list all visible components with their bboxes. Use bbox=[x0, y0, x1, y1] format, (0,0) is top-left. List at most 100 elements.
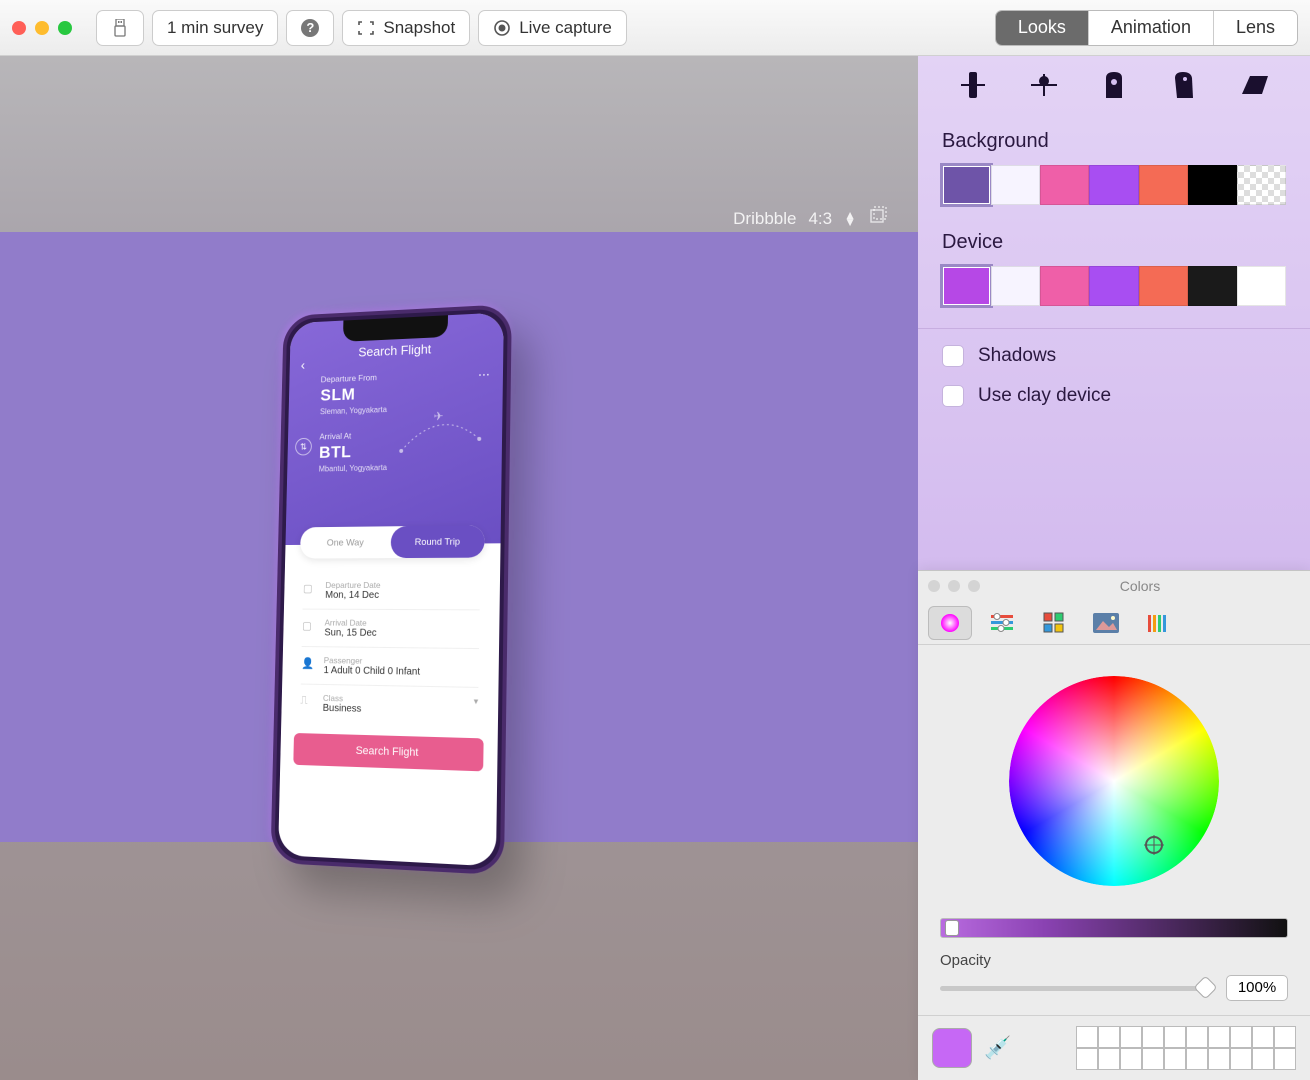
opacity-thumb[interactable] bbox=[1193, 975, 1217, 999]
saved-swatch-cell[interactable] bbox=[1230, 1026, 1252, 1048]
saved-swatch-cell[interactable] bbox=[1142, 1026, 1164, 1048]
pencils-tab[interactable] bbox=[1136, 606, 1180, 640]
help-icon: ? bbox=[301, 19, 319, 37]
saved-swatch-cell[interactable] bbox=[1186, 1048, 1208, 1070]
bg-swatch[interactable] bbox=[1139, 165, 1188, 205]
color-palettes-tab[interactable] bbox=[1032, 606, 1076, 640]
saved-swatch-cell[interactable] bbox=[1252, 1026, 1274, 1048]
color-wheel-area[interactable] bbox=[918, 645, 1310, 910]
swap-icon: ⇅ bbox=[295, 438, 312, 456]
device-swatch[interactable] bbox=[1237, 266, 1286, 306]
trip-type-toggle: One Way Round Trip bbox=[300, 525, 485, 558]
current-color-chip[interactable] bbox=[932, 1028, 972, 1068]
aspect-ratio[interactable]: 4:3 bbox=[808, 209, 832, 229]
saved-swatch-cell[interactable] bbox=[1230, 1048, 1252, 1070]
saved-swatch-cell[interactable] bbox=[1142, 1048, 1164, 1070]
style-perspective-icon[interactable] bbox=[1026, 68, 1062, 102]
inspector-panel: Background Device Shadows Use clay devic… bbox=[918, 56, 1310, 1080]
snapshot-icon bbox=[357, 19, 375, 37]
bg-swatch[interactable] bbox=[1188, 165, 1237, 205]
clay-option[interactable]: Use clay device bbox=[918, 379, 1310, 419]
app-header: ‹ Search Flight ⋮ Departure From SLM Sle… bbox=[285, 312, 503, 545]
colors-minimize-button[interactable] bbox=[948, 580, 960, 592]
brightness-thumb[interactable] bbox=[945, 920, 959, 936]
style-front-icon[interactable] bbox=[1096, 68, 1132, 102]
maximize-window-button[interactable] bbox=[58, 21, 72, 35]
saved-swatch-cell[interactable] bbox=[1164, 1048, 1186, 1070]
bg-swatch[interactable] bbox=[991, 165, 1040, 205]
background-section-title: Background bbox=[918, 120, 1310, 165]
brightness-slider[interactable] bbox=[940, 918, 1288, 938]
device-mockup[interactable]: ‹ Search Flight ⋮ Departure From SLM Sle… bbox=[270, 304, 511, 875]
style-lay-icon[interactable] bbox=[1237, 68, 1273, 102]
colors-panel-header: Colors bbox=[918, 571, 1310, 601]
saved-swatch-cell[interactable] bbox=[1120, 1048, 1142, 1070]
minimize-window-button[interactable] bbox=[35, 21, 49, 35]
tab-animation[interactable]: Animation bbox=[1088, 11, 1213, 45]
close-window-button[interactable] bbox=[12, 21, 26, 35]
arr-date-label: Arrival Date bbox=[325, 618, 377, 628]
saved-swatch-cell[interactable] bbox=[1098, 1026, 1120, 1048]
frame-icon[interactable] bbox=[868, 206, 888, 231]
image-picker-tab[interactable] bbox=[1084, 606, 1128, 640]
colors-mode-toolbar bbox=[918, 601, 1310, 645]
bg-swatch[interactable] bbox=[1040, 165, 1089, 205]
colors-zoom-button[interactable] bbox=[968, 580, 980, 592]
canvas[interactable]: Dribbble 4:3 ▲▼ ‹ Search Flight ⋮ Depart… bbox=[0, 56, 918, 1080]
tab-looks[interactable]: Looks bbox=[996, 11, 1088, 45]
opacity-value-input[interactable]: 100% bbox=[1226, 975, 1288, 1001]
color-wheel[interactable] bbox=[1009, 676, 1219, 886]
shadows-option[interactable]: Shadows bbox=[918, 339, 1310, 379]
device-swatch[interactable] bbox=[991, 266, 1040, 306]
tab-lens[interactable]: Lens bbox=[1213, 11, 1297, 45]
eyedropper-icon[interactable]: 💉 bbox=[984, 1035, 1011, 1061]
shadows-checkbox[interactable] bbox=[942, 345, 964, 367]
live-capture-button[interactable]: Live capture bbox=[478, 10, 627, 46]
opacity-section: Opacity 100% bbox=[918, 952, 1310, 1015]
arrival-city: Mbantul, Yogyakarta bbox=[319, 461, 486, 474]
colors-close-button[interactable] bbox=[928, 580, 940, 592]
saved-swatch-cell[interactable] bbox=[1120, 1026, 1142, 1048]
survey-button[interactable]: 1 min survey bbox=[152, 10, 278, 46]
opacity-slider[interactable] bbox=[940, 986, 1214, 991]
style-flat-icon[interactable] bbox=[955, 68, 991, 102]
saved-swatch-cell[interactable] bbox=[1274, 1048, 1296, 1070]
saved-swatch-cell[interactable] bbox=[1252, 1048, 1274, 1070]
device-swatch[interactable] bbox=[1139, 266, 1188, 306]
saved-swatch-cell[interactable] bbox=[1098, 1048, 1120, 1070]
saved-swatch-cell[interactable] bbox=[1076, 1048, 1098, 1070]
device-swatch[interactable] bbox=[1089, 266, 1138, 306]
aspect-stepper-icon[interactable]: ▲▼ bbox=[844, 212, 856, 226]
snapshot-button[interactable]: Snapshot bbox=[342, 10, 470, 46]
saved-swatch-cell[interactable] bbox=[1208, 1026, 1230, 1048]
device-button[interactable] bbox=[96, 10, 144, 46]
seat-icon: ⎍ bbox=[300, 694, 313, 707]
saved-swatch-cell[interactable] bbox=[1186, 1026, 1208, 1048]
color-sliders-tab[interactable] bbox=[980, 606, 1024, 640]
calendar-icon: ▢ bbox=[303, 582, 316, 595]
search-flight-button: Search Flight bbox=[293, 733, 483, 771]
device-swatch[interactable] bbox=[1040, 266, 1089, 306]
device-swatch[interactable] bbox=[1188, 266, 1237, 306]
clay-checkbox[interactable] bbox=[942, 385, 964, 407]
colors-panel-title: Colors bbox=[980, 578, 1300, 594]
saved-swatch-cell[interactable] bbox=[1164, 1026, 1186, 1048]
device-swatch[interactable] bbox=[942, 266, 991, 306]
saved-swatch-cell[interactable] bbox=[1208, 1048, 1230, 1070]
style-angle-icon[interactable] bbox=[1166, 68, 1202, 102]
bg-swatch[interactable] bbox=[1089, 165, 1138, 205]
titlebar: 1 min survey ? Snapshot Live capture Loo… bbox=[0, 0, 1310, 56]
shadows-label: Shadows bbox=[978, 345, 1056, 367]
opacity-label: Opacity bbox=[940, 952, 1288, 969]
help-button[interactable]: ? bbox=[286, 10, 334, 46]
phone-screen: ‹ Search Flight ⋮ Departure From SLM Sle… bbox=[278, 312, 504, 866]
departure-date-row: ▢Departure DateMon, 14 Dec bbox=[302, 572, 480, 611]
roundtrip-option: Round Trip bbox=[391, 525, 485, 558]
usb-icon bbox=[111, 19, 129, 37]
bg-swatch[interactable] bbox=[1237, 165, 1286, 205]
saved-swatches-grid[interactable] bbox=[1076, 1026, 1296, 1070]
saved-swatch-cell[interactable] bbox=[1076, 1026, 1098, 1048]
color-wheel-tab[interactable] bbox=[928, 606, 972, 640]
saved-swatch-cell[interactable] bbox=[1274, 1026, 1296, 1048]
bg-swatch[interactable] bbox=[942, 165, 991, 205]
